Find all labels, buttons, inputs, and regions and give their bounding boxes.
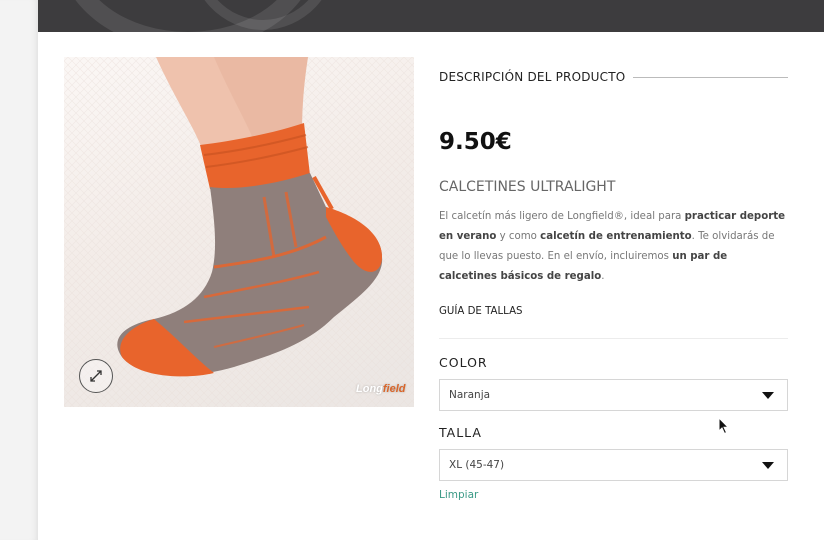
section-divider: [633, 76, 788, 78]
size-guide-link[interactable]: GUÍA DE TALLAS: [439, 306, 523, 317]
divider: [439, 338, 788, 339]
size-select[interactable]: XL (45-47): [439, 449, 788, 481]
product-description: El calcetín más ligero de Longfield®, id…: [439, 211, 786, 282]
chevron-down-icon: [762, 462, 774, 469]
chevron-down-icon: [762, 392, 774, 399]
sock-illustration: [64, 57, 414, 407]
mouse-cursor-icon: [718, 417, 730, 435]
left-gutter: [0, 0, 38, 540]
clear-selection-link[interactable]: Limpiar: [439, 489, 478, 501]
product-image[interactable]: Longfield: [64, 57, 414, 407]
product-name: CALCETINES ULTRALIGHT: [439, 179, 616, 195]
size-label: TALLA: [439, 425, 482, 440]
section-header: DESCRIPCIÓN DEL PRODUCTO: [439, 67, 788, 87]
size-select-value: XL (45-47): [449, 459, 505, 471]
color-select-value: Naranja: [449, 389, 491, 401]
top-banner: [38, 0, 824, 32]
product-price: 9.50€: [439, 129, 512, 155]
zoom-button[interactable]: [79, 359, 113, 393]
zoom-expand-icon: [90, 370, 102, 382]
section-title: DESCRIPCIÓN DEL PRODUCTO: [439, 70, 626, 84]
brand-watermark: Longfield: [356, 383, 406, 395]
color-select[interactable]: Naranja: [439, 379, 788, 411]
color-label: COLOR: [439, 355, 488, 370]
